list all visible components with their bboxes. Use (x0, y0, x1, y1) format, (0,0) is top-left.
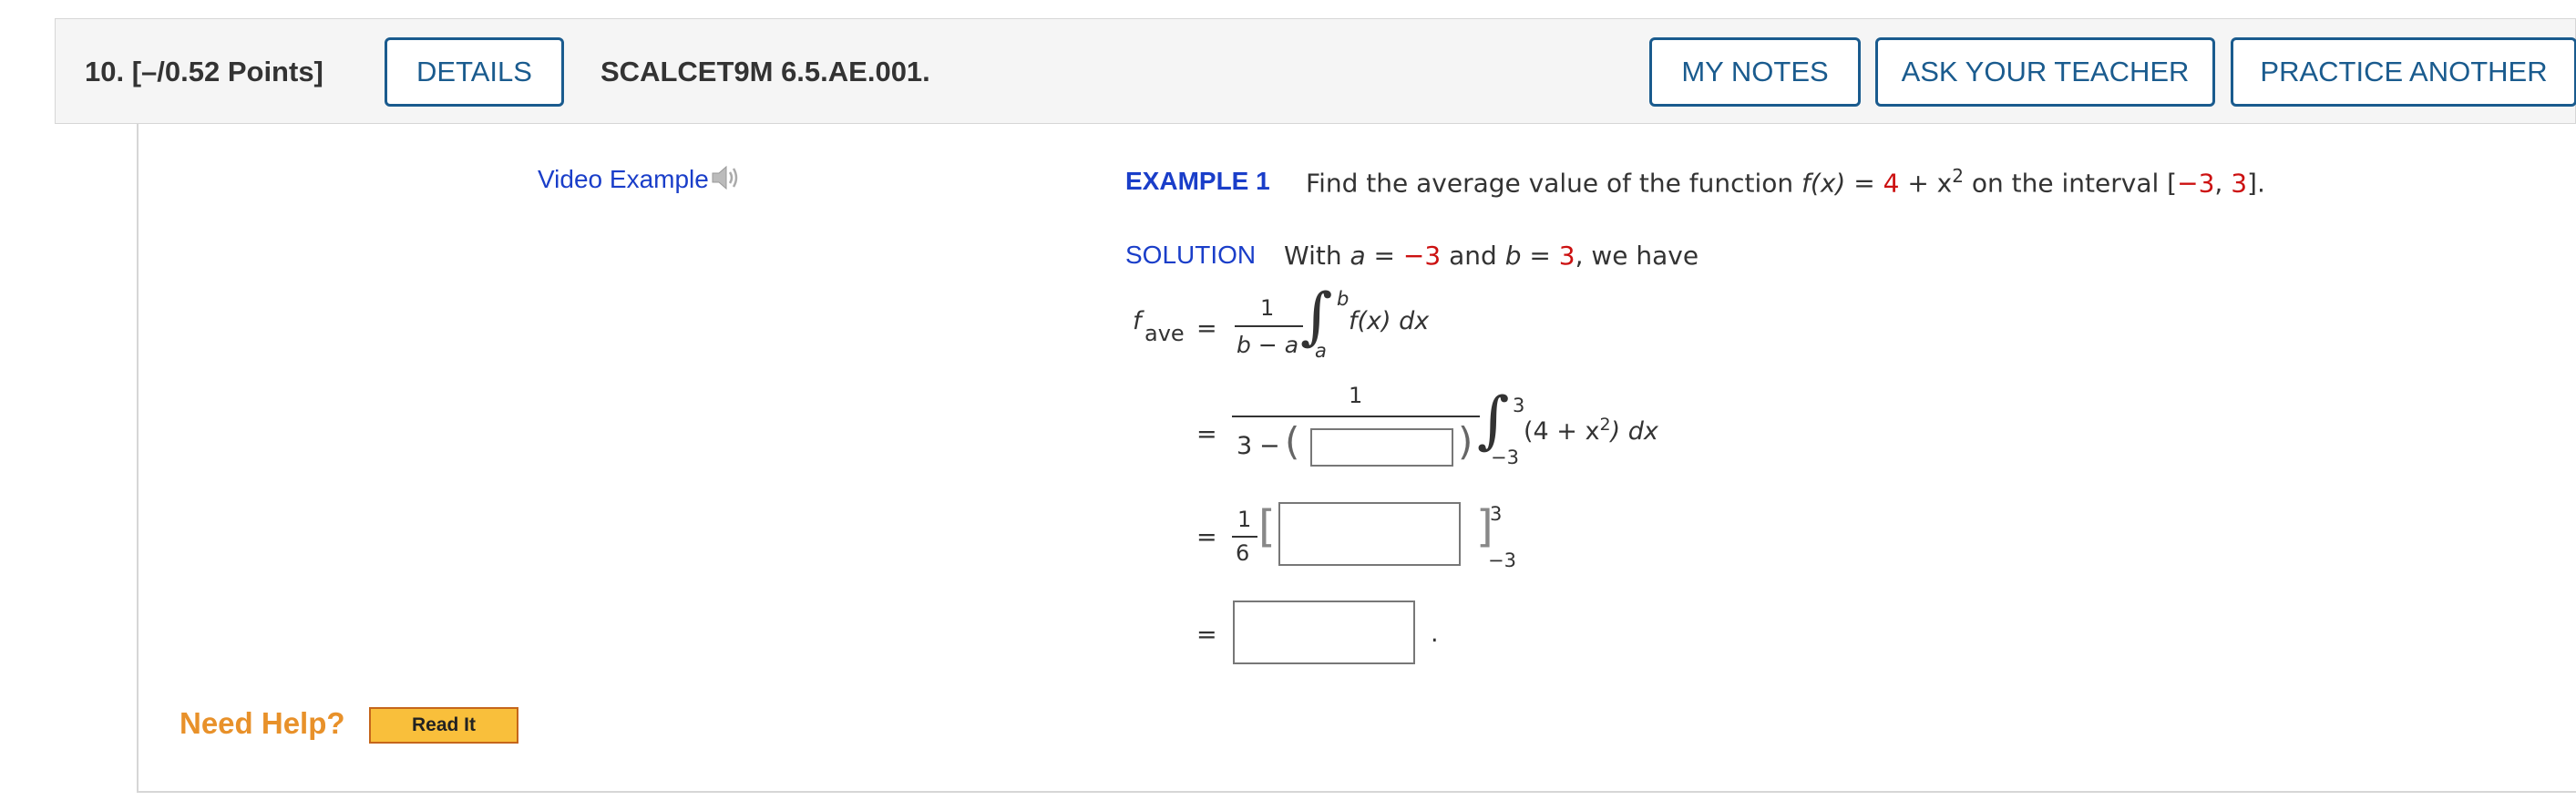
example-statement: Find the average value of the function f… (1306, 165, 2265, 199)
integrand-fx-dx: f(x) dx (1349, 307, 1430, 335)
lower-limit-neg3: −3 (1491, 447, 1519, 468)
question-points: 10. [–/0.52 Points] (85, 56, 323, 87)
lower-limit-a: a (1315, 340, 1327, 362)
equals-sign-4: = (1196, 621, 1217, 649)
fraction-bar-2 (1232, 416, 1480, 417)
denominator-b-minus-a: b − a (1237, 332, 1299, 358)
bracket-upper-3: 3 (1490, 503, 1503, 525)
denominator-six: 6 (1236, 540, 1250, 566)
speaker-icon[interactable] (711, 164, 742, 198)
f-symbol: f (1133, 307, 1142, 335)
numerator-one-1: 1 (1260, 295, 1275, 321)
numerator-one-2: 1 (1349, 383, 1363, 408)
read-it-button[interactable]: Read It (369, 707, 518, 744)
ave-subscript: ave (1144, 321, 1185, 346)
video-example-label[interactable]: Video Example (538, 165, 709, 193)
ask-teacher-button[interactable]: ASK YOUR TEACHER (1875, 37, 2215, 107)
practice-another-button[interactable]: PRACTICE ANOTHER (2231, 37, 2576, 107)
my-notes-button[interactable]: MY NOTES (1649, 37, 1861, 107)
numerator-one-3: 1 (1237, 507, 1252, 532)
equals-sign-2: = (1196, 420, 1217, 448)
need-help-label: Need Help? (180, 706, 345, 740)
fraction-bar-3 (1232, 536, 1257, 538)
equals-sign-1: = (1196, 314, 1217, 343)
bracket-lower-neg3: −3 (1488, 549, 1516, 571)
fraction-bar-1 (1235, 325, 1303, 327)
lower-limit-input[interactable] (1310, 428, 1453, 467)
denominator-three: 3 (1237, 432, 1253, 460)
video-example-link[interactable]: Video Example (538, 164, 742, 198)
details-button[interactable]: DETAILS (385, 37, 564, 107)
example-label: EXAMPLE 1 (1125, 167, 1270, 195)
right-paren: ) (1458, 419, 1473, 464)
question-header: 10. [–/0.52 Points] DETAILS SCALCET9M 6.… (55, 18, 2576, 124)
left-bracket: [ (1258, 501, 1276, 552)
integrand-2: (4 + x2) dx (1524, 415, 1658, 446)
final-answer-input[interactable] (1233, 601, 1415, 664)
upper-limit-b: b (1337, 288, 1350, 310)
equals-sign-3: = (1196, 523, 1217, 551)
denominator-minus: − (1259, 432, 1280, 460)
left-paren: ( (1285, 419, 1300, 464)
antiderivative-input[interactable] (1278, 502, 1461, 566)
solution-label: SOLUTION (1125, 241, 1257, 269)
upper-limit-3: 3 (1513, 395, 1525, 416)
period: . (1431, 620, 1439, 648)
solution-intro: With a = −3 and b = 3, we have (1284, 241, 1699, 271)
problem-code: SCALCET9M 6.5.AE.001. (600, 56, 930, 87)
